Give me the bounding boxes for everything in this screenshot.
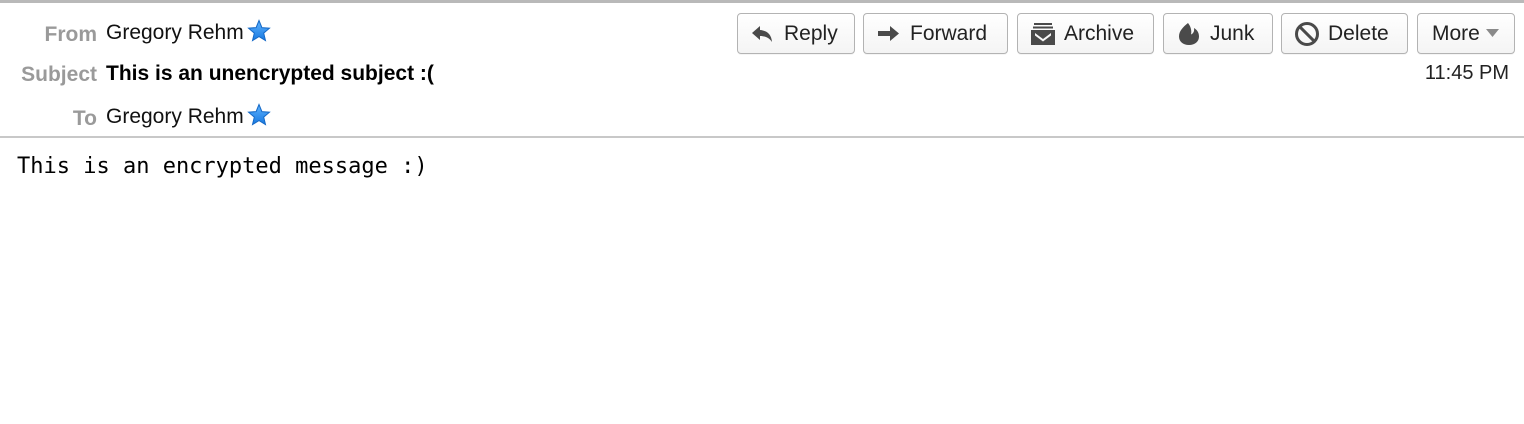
more-button[interactable]: More [1417, 13, 1515, 54]
chevron-down-icon [1485, 28, 1499, 37]
star-icon[interactable] [246, 19, 271, 43]
message-view: From Gregory Rehm Subject This is an une… [0, 0, 1524, 424]
subject-value: This is an unencrypted subject :( [106, 62, 434, 85]
from-label: From [44, 23, 98, 46]
forward-label: Forward [910, 21, 988, 45]
junk-button[interactable]: Junk [1163, 13, 1273, 54]
junk-icon [1179, 22, 1199, 45]
delete-button[interactable]: Delete [1281, 13, 1408, 54]
reply-label: Reply [784, 21, 838, 45]
archive-label: Archive [1064, 21, 1135, 45]
archive-button[interactable]: Archive [1017, 13, 1154, 54]
delete-icon [1295, 21, 1319, 46]
message-header: From Gregory Rehm Subject This is an une… [0, 3, 1524, 136]
more-label: More [1432, 21, 1480, 45]
header-divider [0, 136, 1524, 138]
reply-button[interactable]: Reply [737, 13, 855, 54]
forward-button[interactable]: Forward [863, 13, 1008, 54]
star-icon[interactable] [246, 103, 271, 127]
subject-label: Subject [21, 63, 97, 86]
archive-icon [1031, 22, 1055, 45]
to-value[interactable]: Gregory Rehm [106, 105, 244, 129]
from-value[interactable]: Gregory Rehm [106, 21, 244, 45]
reply-icon [752, 25, 772, 42]
message-time: 11:45 PM [1424, 62, 1509, 84]
delete-label: Delete [1328, 21, 1389, 45]
forward-icon [878, 25, 899, 41]
to-field[interactable]: Gregory Rehm [106, 103, 271, 129]
message-body: This is an encrypted message :) [17, 154, 428, 179]
to-label: To [72, 107, 97, 130]
from-field[interactable]: Gregory Rehm [106, 19, 271, 45]
junk-label: Junk [1210, 21, 1255, 45]
